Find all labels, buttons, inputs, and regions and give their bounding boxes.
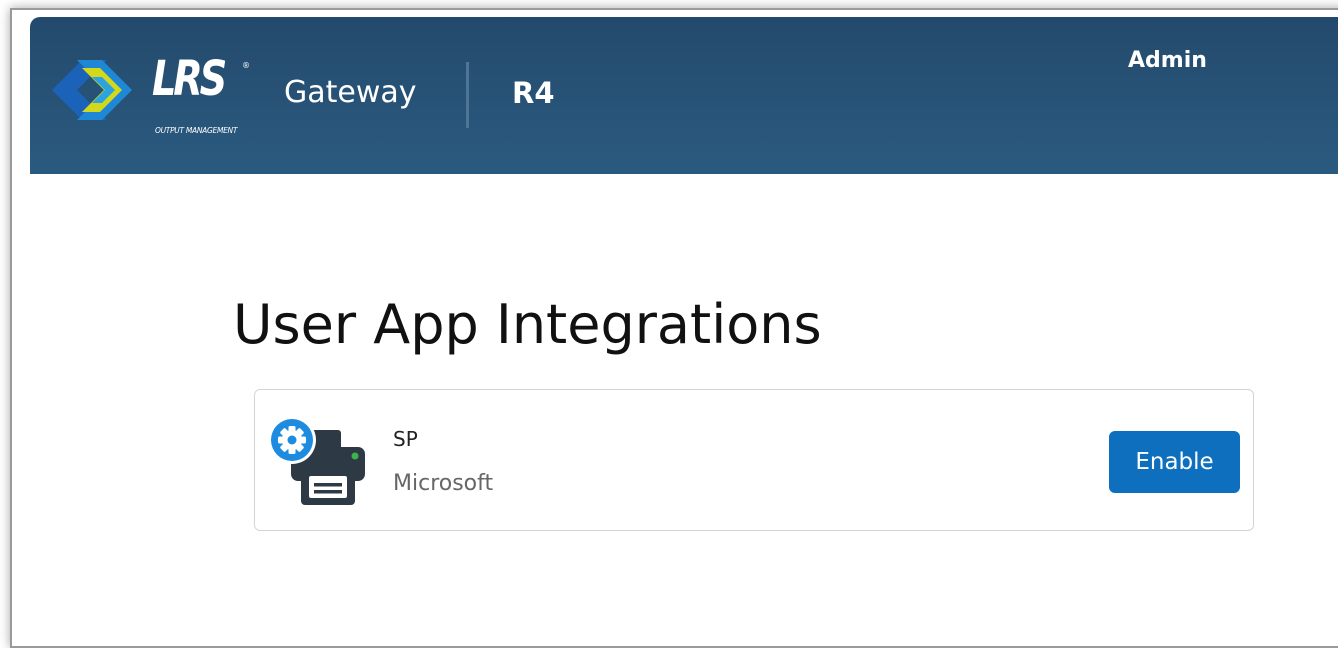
app-window: LRS ® OUTPUT MANAGEMENT Gateway R4 Admin… (30, 17, 1338, 614)
brand-wordmark: LRS (152, 51, 227, 107)
product-name: Gateway (284, 75, 417, 110)
top-header: LRS ® OUTPUT MANAGEMENT Gateway R4 Admin (30, 17, 1338, 174)
chevron-logo-icon (52, 60, 132, 120)
printer-gear-icon (268, 416, 365, 505)
page-title: User App Integrations (233, 293, 822, 356)
brand-subtitle: OUTPUT MANAGEMENT (155, 126, 238, 135)
lrs-logo[interactable]: LRS ® OUTPUT MANAGEMENT (52, 51, 272, 137)
header-divider (466, 62, 469, 128)
integration-name: SP (393, 427, 418, 451)
integration-card: SP Microsoft Enable (254, 389, 1254, 531)
registered-mark: ® (242, 61, 250, 70)
integration-vendor: Microsoft (393, 471, 494, 496)
user-menu[interactable]: Admin (1128, 50, 1207, 72)
version-label: R4 (512, 76, 555, 110)
enable-button[interactable]: Enable (1109, 431, 1240, 493)
